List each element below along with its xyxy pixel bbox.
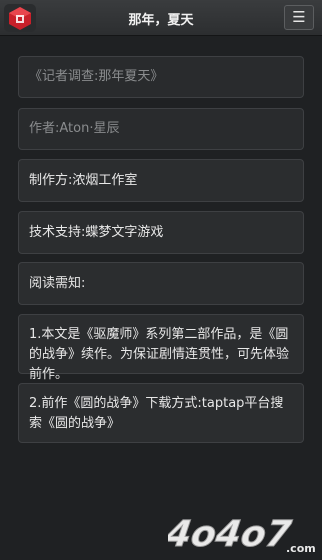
page-title: 那年，夏天: [128, 13, 194, 28]
app-header: 那年，夏天 ☰: [0, 0, 322, 36]
author-card: 作者:Aton·星辰: [18, 108, 304, 150]
hamburger-icon: ☰: [292, 8, 306, 26]
notice-item-1-text: 1.本文是《驱魔师》系列第二部作品，是《圆的战争》续作。为保证剧情连贯性，可先体…: [29, 327, 290, 382]
producer-card: 制作方:浓烟工作室: [18, 159, 304, 202]
menu-button[interactable]: ☰: [284, 5, 314, 30]
story-title-text: 《记者调查:那年夏天》: [29, 69, 164, 84]
notice-item-2-text: 2.前作《圆的战争》下载方式:taptap平台搜索《圆的战争》: [29, 396, 284, 431]
notice-item-1-card: 1.本文是《驱魔师》系列第二部作品，是《圆的战争》续作。为保证剧情连贯性，可先体…: [18, 314, 304, 382]
reading-notice-card: 阅读需知:: [18, 262, 304, 305]
tech-support-card: 技术支持:蝶梦文字游戏: [18, 211, 304, 254]
watermark-suffix: .com: [286, 542, 316, 555]
notice-item-2-card: 2.前作《圆的战争》下载方式:taptap平台搜索《圆的战争》: [18, 383, 304, 443]
author-text: 作者:Aton·星辰: [29, 121, 120, 136]
story-title-card: 《记者调查:那年夏天》: [18, 56, 304, 98]
tech-support-text: 技术支持:蝶梦文字游戏: [29, 225, 164, 240]
watermark: 4o4o7 .com: [162, 508, 318, 556]
watermark-text: 4o4o7: [168, 512, 295, 555]
producer-text: 制作方:浓烟工作室: [29, 173, 138, 188]
reading-notice-text: 阅读需知:: [29, 276, 86, 291]
